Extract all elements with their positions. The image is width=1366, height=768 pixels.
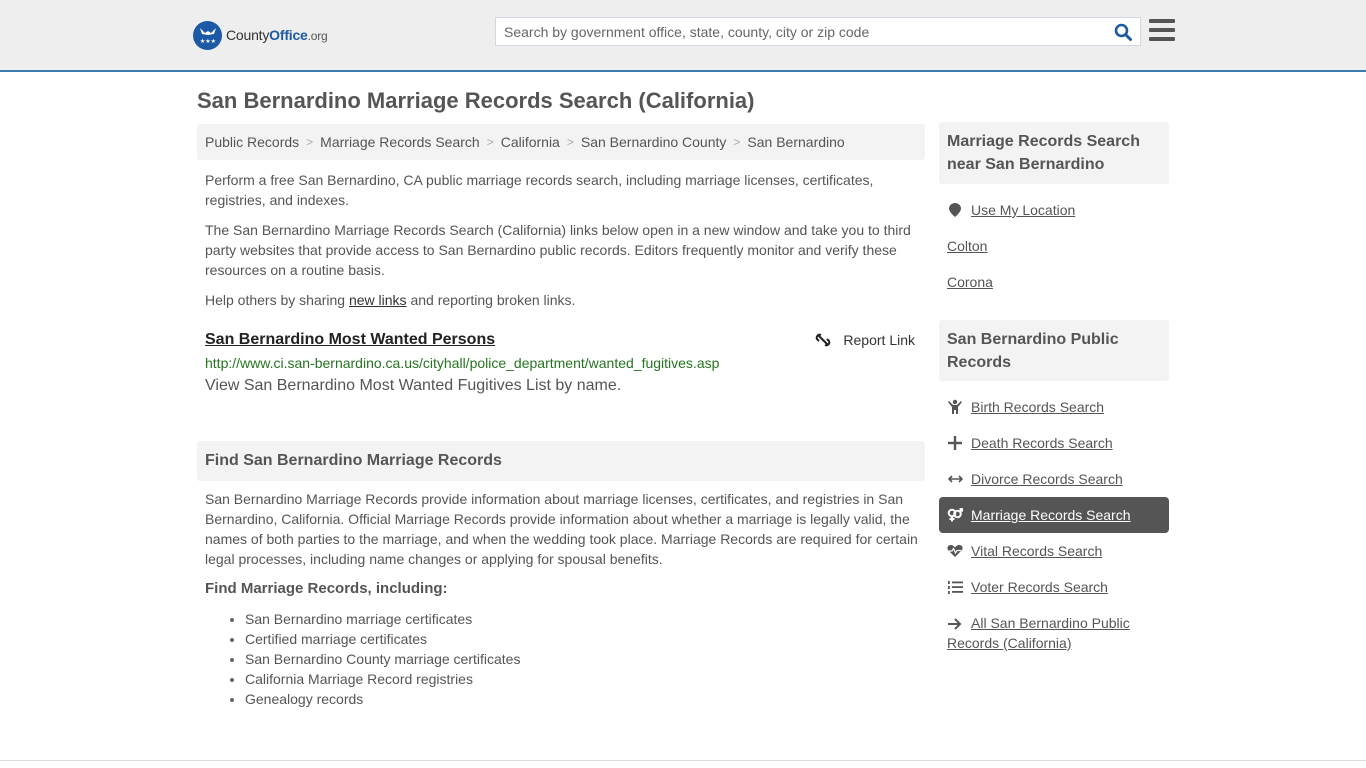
- sidebar-item-label: Vital Records Search: [971, 543, 1103, 559]
- menu-bar: [1149, 28, 1175, 32]
- sidebar-item-marriage-records[interactable]: Marriage Records Search: [947, 505, 1131, 525]
- arrows-horizontal-icon: [947, 471, 963, 487]
- sidebar-item-label: Marriage Records Search: [971, 507, 1131, 523]
- menu-bar: [1149, 37, 1175, 41]
- sidebar-item-label: Birth Records Search: [971, 399, 1105, 415]
- nearby-place-corona[interactable]: Corona: [947, 272, 993, 292]
- list-item: California Marriage Record registries: [229, 669, 520, 689]
- breadcrumb-city[interactable]: San Bernardino: [747, 134, 844, 150]
- search-icon: [1114, 23, 1132, 41]
- intro-paragraph-1: Perform a free San Bernardino, CA public…: [205, 172, 874, 208]
- breadcrumb-separator: >: [733, 135, 741, 149]
- venus-mars-icon: [947, 507, 963, 523]
- hamburger-menu-icon[interactable]: [1149, 19, 1175, 43]
- breadcrumb-separator: >: [566, 135, 574, 149]
- broken-link-icon: [816, 333, 831, 347]
- logo-prefix: County: [226, 27, 270, 43]
- sidebar-item-voter-records[interactable]: Voter Records Search: [947, 577, 1108, 597]
- new-links-link[interactable]: new links: [349, 292, 407, 308]
- find-section-body: San Bernardino Marriage Records provide …: [205, 491, 918, 567]
- use-my-location-label: Use My Location: [971, 202, 1076, 218]
- arrow-right-icon: [947, 616, 963, 632]
- use-my-location-link[interactable]: Use My Location: [947, 200, 1075, 220]
- search-bar: [495, 17, 1141, 46]
- result-title-link[interactable]: San Bernardino Most Wanted Persons: [205, 328, 920, 352]
- report-link-button[interactable]: Report Link: [815, 332, 915, 348]
- search-input[interactable]: [496, 18, 1106, 45]
- breadcrumb-california[interactable]: California: [501, 134, 560, 150]
- nearby-place-colton[interactable]: Colton: [947, 236, 987, 256]
- sidebar-item-death-records[interactable]: Death Records Search: [947, 433, 1113, 453]
- report-link-label: Report Link: [843, 332, 915, 348]
- search-button[interactable]: [1106, 18, 1140, 45]
- list-ordered-icon: [947, 579, 963, 595]
- breadcrumb-separator: >: [486, 135, 494, 149]
- logo-highlight: Office: [269, 27, 308, 43]
- breadcrumb-county[interactable]: San Bernardino County: [581, 134, 727, 150]
- breadcrumb-public-records[interactable]: Public Records: [205, 134, 299, 150]
- nearby-heading: Marriage Records Search near San Bernard…: [939, 122, 1169, 184]
- logo-text: CountyOffice.org: [226, 27, 328, 43]
- intro-paragraph-2: The San Bernardino Marriage Records Sear…: [205, 222, 911, 278]
- sidebar-item-birth-records[interactable]: Birth Records Search: [947, 397, 1104, 417]
- intro-p3-text: Help others by sharing: [205, 292, 349, 308]
- find-section-subheading: Find Marriage Records, including:: [205, 580, 448, 597]
- child-icon: [947, 399, 963, 415]
- result-url: http://www.ci.san-bernardino.ca.us/cityh…: [205, 355, 720, 371]
- result-item: San Bernardino Most Wanted Persons http:…: [205, 328, 920, 398]
- sidebar-item-label: Voter Records Search: [971, 579, 1108, 595]
- heartbeat-icon: [947, 543, 963, 559]
- sidebar-item-label: Death Records Search: [971, 435, 1113, 451]
- breadcrumb: Public Records > Marriage Records Search…: [197, 124, 925, 160]
- sidebar-item-all-public-records[interactable]: All San Bernardino Public Records (Calif…: [947, 613, 1169, 653]
- logo-suffix: .org: [307, 29, 328, 43]
- map-marker-icon: [947, 202, 963, 218]
- result-description: View San Bernardino Most Wanted Fugitive…: [205, 377, 622, 394]
- list-item: Genealogy records: [229, 689, 520, 709]
- list-item: San Bernardino County marriage certifica…: [229, 651, 521, 667]
- footer-divider: [0, 760, 1366, 761]
- list-item: Certified marriage certificates: [229, 629, 520, 649]
- list-item: San Bernardino marriage certificates: [229, 609, 520, 629]
- find-section-heading: Find San Bernardino Marriage Records: [197, 441, 925, 481]
- site-header: ★★★ CountyOffice.org: [0, 0, 1366, 72]
- sidebar-item-label: Divorce Records Search: [971, 471, 1123, 487]
- sidebar-item-divorce-records[interactable]: Divorce Records Search: [947, 469, 1123, 489]
- intro-paragraph-3: Help others by sharing new links and rep…: [205, 290, 920, 310]
- site-logo[interactable]: ★★★ CountyOffice.org: [193, 20, 328, 50]
- breadcrumb-marriage-records-search[interactable]: Marriage Records Search: [320, 134, 480, 150]
- record-types-list: San Bernardino marriage certificates Cer…: [229, 609, 521, 709]
- svg-text:★★★: ★★★: [199, 38, 215, 45]
- intro-p3-text-end: and reporting broken links.: [406, 292, 576, 308]
- intro-text: Perform a free San Bernardino, CA public…: [205, 170, 920, 320]
- logo-badge-icon: ★★★: [193, 20, 222, 50]
- sidebar-item-label: All San Bernardino Public Records (Calif…: [947, 615, 1130, 651]
- page-title: San Bernardino Marriage Records Search (…: [197, 88, 755, 113]
- sidebar-item-vital-records[interactable]: Vital Records Search: [947, 541, 1102, 561]
- cross-icon: [947, 435, 963, 451]
- menu-bar: [1149, 19, 1175, 23]
- breadcrumb-separator: >: [306, 135, 314, 149]
- public-records-heading: San Bernardino Public Records: [939, 320, 1169, 381]
